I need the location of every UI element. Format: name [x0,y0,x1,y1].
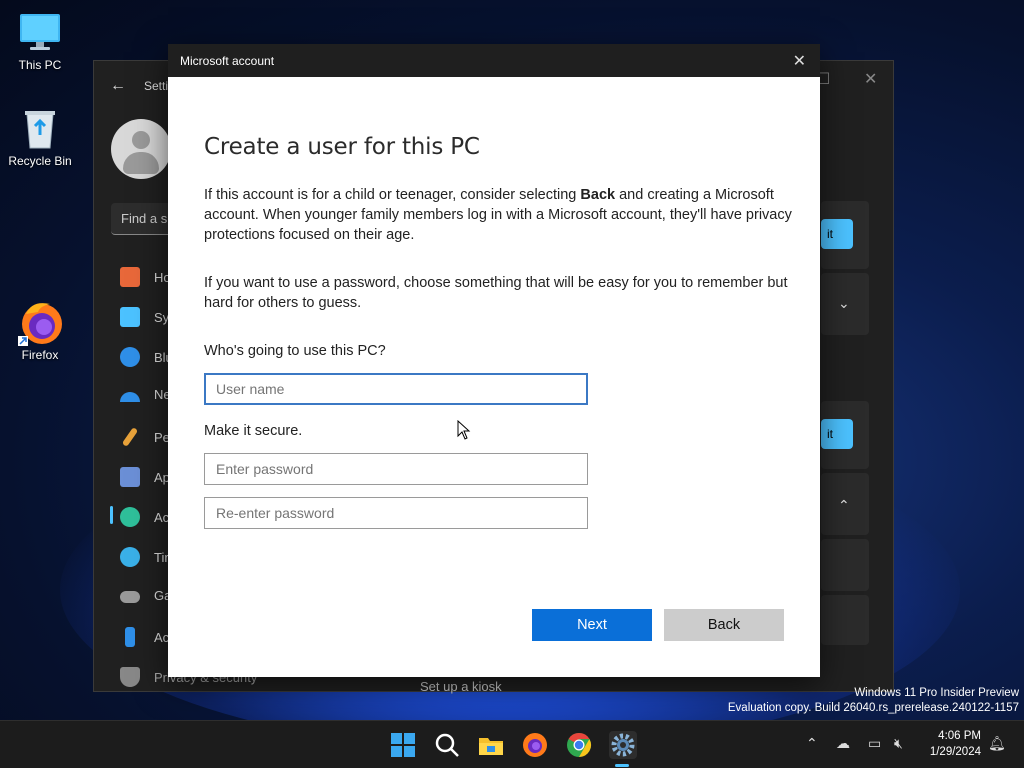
start-icon[interactable] [389,731,417,759]
brush-icon [121,427,139,447]
nav-item-bluetooth[interactable]: Blu [120,347,173,367]
accessibility-icon [125,627,135,647]
firefox-taskbar-icon[interactable] [521,731,549,759]
who-label: Who's going to use this PC? [204,343,386,359]
recycle-bin-icon [18,106,62,150]
nav-item-accounts[interactable]: Ac [120,507,169,527]
chevron-up-icon[interactable]: ⌃ [838,497,850,514]
username-field[interactable] [204,373,588,405]
watermark-line: Evaluation copy. Build 26040.rs_prerelea… [727,702,1019,714]
desktop-icon-recycle-bin[interactable]: Recycle Bin [0,106,80,168]
active-app-indicator [615,764,629,767]
close-icon[interactable]: ✕ [793,51,806,71]
bluetooth-icon [120,347,140,367]
microsoft-account-dialog: Microsoft account ✕ Create a user for th… [168,44,820,677]
desktop-icon-firefox[interactable]: Firefox [0,300,80,362]
add-other-user-button[interactable]: it [821,419,853,449]
back-arrow-icon[interactable]: ← [110,77,126,95]
monitor-icon [18,10,62,54]
nav-active-indicator [110,506,113,524]
avatar [111,119,171,179]
mouse-cursor-icon [457,419,471,445]
apps-icon [120,467,140,487]
password-advice-paragraph: If you want to use a password, choose so… [204,275,788,311]
desktop-icon-label: This PC [18,58,62,72]
nav-item-personalization[interactable]: Pe [120,427,170,447]
network-icon[interactable]: ▭ [868,735,881,752]
taskbar: ⌃ ☁ ▭ 🔇︎ 4:06 PM 1/29/2024 🔔︎ [0,720,1024,768]
settings-gear-icon[interactable] [609,731,637,759]
nav-label: Sy [154,309,170,325]
nav-item-time[interactable]: Tir [120,547,169,567]
wifi-icon [120,392,140,402]
para-bold-text: Back [580,187,616,203]
nav-label: Ac [154,509,170,525]
search-icon[interactable] [433,731,461,759]
child-account-paragraph: If this account is for a child or teenag… [204,185,794,245]
system-icon [120,307,140,327]
desktop-icon-label: Firefox [21,348,59,362]
nav-item-apps[interactable]: Ap [120,467,170,487]
notification-bell-icon[interactable]: 🔔︎ [988,735,1006,752]
system-clock[interactable]: 4:06 PM 1/29/2024 [930,728,981,760]
secure-label: Make it secure. [204,423,303,439]
chevron-up-icon[interactable]: ⌃ [806,735,818,752]
next-button[interactable]: Next [532,609,652,641]
nav-item-system[interactable]: Sy [120,307,169,327]
clock-time: 4:06 PM [938,730,981,742]
clock-date: 1/29/2024 [929,746,981,758]
kiosk-label[interactable]: Set up a kiosk [420,679,502,694]
add-account-button[interactable]: it [821,219,853,249]
right-panel-card [821,539,869,591]
close-icon[interactable]: ✕ [864,69,877,89]
shield-icon [120,667,140,687]
person-icon [120,507,140,527]
reenter-password-field[interactable] [204,497,588,529]
onedrive-icon[interactable]: ☁ [836,735,850,752]
desktop-icon-this-pc[interactable]: This PC [0,10,80,72]
file-explorer-icon[interactable] [477,731,505,759]
back-button[interactable]: Back [664,609,784,641]
nav-label: Tir [154,549,169,565]
nav-item-accessibility[interactable]: Ac [120,627,169,647]
password-field[interactable] [204,453,588,485]
desktop-icon-label: Recycle Bin [8,154,72,168]
page-title: Create a user for this PC [204,134,480,160]
dialog-titlebar: Microsoft account ✕ [168,44,820,77]
clock-globe-icon [120,547,140,567]
nav-label: Ac [154,629,170,645]
right-panel-card [821,595,869,645]
para-text: If this account is for a child or teenag… [204,187,581,203]
settings-title: Setti [144,79,169,93]
os-watermark: Windows 11 Pro Insider Preview Evaluatio… [728,686,1019,716]
dialog-title: Microsoft account [180,53,275,68]
firefox-icon [18,300,62,346]
nav-item-gaming[interactable]: Ga [120,587,171,603]
home-icon [120,267,140,287]
watermark-line: Windows 11 Pro Insider Preview [854,687,1019,699]
chevron-down-icon[interactable]: ⌄ [838,295,850,312]
chrome-icon[interactable] [565,731,593,759]
gamepad-icon [120,591,140,603]
volume-muted-icon[interactable]: 🔇︎ [894,735,903,752]
nav-item-network[interactable]: Ne [120,387,171,402]
nav-item-home[interactable]: Ho [120,267,171,287]
